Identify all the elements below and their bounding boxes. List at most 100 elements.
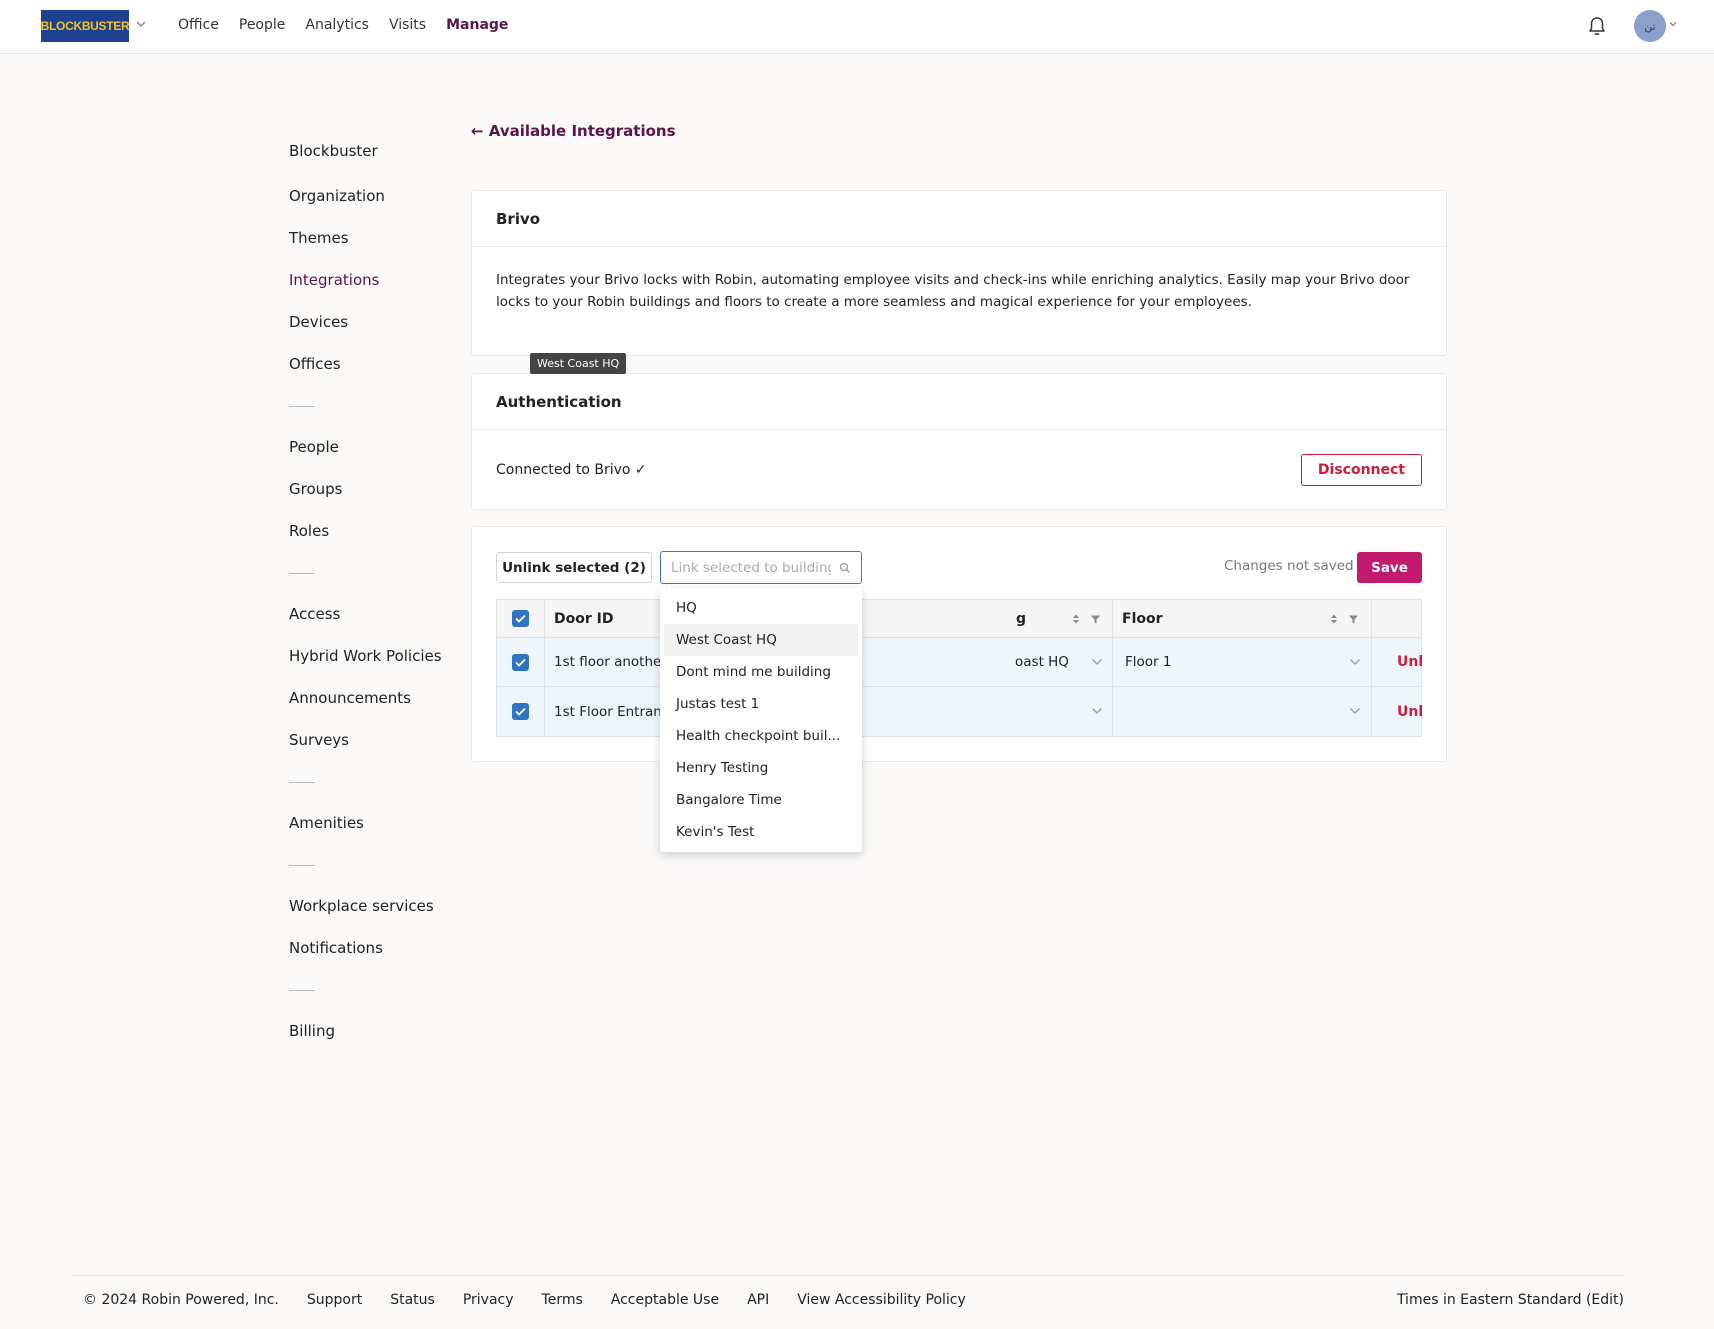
dropdown-option[interactable]: Kevin's Test	[660, 816, 862, 848]
nav-analytics[interactable]: Analytics	[305, 17, 369, 33]
dropdown-option[interactable]: Bangalore Time	[660, 784, 862, 816]
user-avatar[interactable]: تن	[1634, 10, 1666, 42]
select-all-checkbox[interactable]	[512, 610, 529, 627]
sort-icon[interactable]	[1071, 613, 1081, 625]
bell-icon[interactable]	[1586, 15, 1608, 37]
unlink-selected-button[interactable]: Unlink selected (2)	[496, 552, 652, 583]
sidebar-item-people[interactable]: People	[289, 438, 339, 456]
footer-link-terms[interactable]: Terms	[542, 1292, 583, 1308]
dropdown-option[interactable]: Health checkpoint buil...	[660, 720, 862, 752]
sidebar-divider	[289, 865, 315, 866]
sidebar-item-themes[interactable]: Themes	[289, 229, 349, 247]
column-header-building-label: g	[1016, 610, 1027, 627]
footer-copyright: © 2024 Robin Powered, Inc.	[83, 1292, 279, 1308]
column-header-actions	[1372, 600, 1423, 637]
column-header-building[interactable]: g	[855, 600, 1113, 637]
sidebar-item-amenities[interactable]: Amenities	[289, 814, 364, 832]
footer-link-api[interactable]: API	[747, 1292, 769, 1308]
row-checkbox[interactable]	[512, 653, 529, 671]
unlink-row-button[interactable]: Unlink	[1397, 654, 1423, 670]
check-icon	[515, 614, 526, 623]
authentication-card: Authentication Connected to Brivo ✓ Disc…	[471, 373, 1447, 510]
dropdown-option[interactable]: Henry Testing	[660, 752, 862, 784]
nav-people[interactable]: People	[239, 17, 286, 33]
sidebar-item-workplace-services[interactable]: Workplace services	[289, 897, 434, 915]
unlink-row-button[interactable]: Unlink	[1397, 704, 1423, 720]
sidebar-item-devices[interactable]: Devices	[289, 313, 348, 331]
disconnect-button[interactable]: Disconnect	[1300, 454, 1422, 486]
tooltip: West Coast HQ	[530, 353, 627, 374]
table-row: 1st floor another oast HQ Floor 1 Unlink	[497, 638, 1423, 687]
link-building-search[interactable]	[660, 551, 862, 584]
building-dropdown-menu: HQ West Coast HQ Dont mind me building J…	[660, 588, 862, 852]
row-checkbox[interactable]	[512, 703, 529, 720]
filter-icon[interactable]	[1090, 614, 1101, 625]
sidebar-item-billing[interactable]: Billing	[289, 1022, 335, 1040]
row-checkbox-cell	[497, 638, 545, 686]
save-button[interactable]: Save	[1357, 552, 1422, 583]
avatar-initials: تن	[1644, 19, 1656, 33]
building-select[interactable]: oast HQ	[855, 638, 1113, 686]
footer-divider	[71, 1275, 1625, 1276]
dropdown-option-highlighted[interactable]: West Coast HQ	[664, 624, 858, 656]
top-navigation-bar: BLOCKBUSTER Office People Analytics Visi…	[0, 0, 1714, 54]
logo-text: BLOCKBUSTER	[40, 19, 130, 33]
dropdown-option[interactable]: Justas test 1	[660, 688, 862, 720]
sidebar-item-blockbuster[interactable]: Blockbuster	[289, 142, 378, 160]
sidebar-item-hybrid-work-policies[interactable]: Hybrid Work Policies	[289, 647, 442, 665]
footer-link-acceptable-use[interactable]: Acceptable Use	[611, 1292, 719, 1308]
sidebar-divider	[289, 406, 315, 407]
filter-icon[interactable]	[1348, 614, 1359, 625]
chevron-down-icon	[1350, 708, 1360, 714]
nav-office[interactable]: Office	[178, 17, 219, 33]
building-select[interactable]	[855, 687, 1113, 736]
floor-select[interactable]	[1113, 687, 1372, 736]
footer-link-support[interactable]: Support	[307, 1292, 362, 1308]
dropdown-option[interactable]: HQ	[660, 592, 862, 624]
header-checkbox-cell	[497, 600, 545, 637]
sidebar-item-surveys[interactable]: Surveys	[289, 731, 349, 749]
sidebar-item-notifications[interactable]: Notifications	[289, 939, 383, 957]
footer: © 2024 Robin Powered, Inc. Support Statu…	[83, 1292, 966, 1308]
integration-info-card: Brivo Integrates your Brivo locks with R…	[471, 190, 1447, 356]
sidebar-item-offices[interactable]: Offices	[289, 355, 341, 373]
row-action-cell: Unlink	[1372, 687, 1423, 736]
chevron-down-icon	[1092, 708, 1102, 714]
sidebar-item-organization[interactable]: Organization	[289, 187, 385, 205]
floor-select[interactable]: Floor 1	[1113, 638, 1372, 686]
search-icon	[839, 562, 850, 573]
chevron-down-icon	[1350, 659, 1360, 665]
company-logo[interactable]: BLOCKBUSTER	[40, 10, 130, 42]
sidebar-item-roles[interactable]: Roles	[289, 522, 329, 540]
footer-link-accessibility[interactable]: View Accessibility Policy	[797, 1292, 966, 1308]
footer-timezone[interactable]: Times in Eastern Standard (Edit)	[1397, 1292, 1624, 1308]
dropdown-option[interactable]: Dont mind me building	[660, 656, 862, 688]
sidebar-item-integrations[interactable]: Integrations	[289, 271, 379, 289]
changes-status: Changes not saved	[1224, 558, 1354, 574]
sidebar-divider	[289, 573, 315, 574]
integration-description: Integrates your Brivo locks with Robin, …	[496, 272, 1410, 310]
authentication-title: Authentication	[472, 374, 1446, 430]
link-building-input[interactable]	[671, 558, 831, 578]
sidebar-item-access[interactable]: Access	[289, 605, 340, 623]
sidebar-divider	[289, 782, 315, 783]
sidebar-item-announcements[interactable]: Announcements	[289, 689, 411, 707]
table-header-row: Door ID g Floor	[497, 600, 1421, 638]
nav-manage[interactable]: Manage	[446, 17, 508, 33]
chevron-down-icon[interactable]	[1668, 19, 1678, 29]
nav-visits[interactable]: Visits	[389, 17, 426, 33]
floor-select-value: Floor 1	[1125, 654, 1172, 670]
chevron-down-icon[interactable]	[134, 17, 148, 31]
column-header-floor[interactable]: Floor	[1113, 600, 1372, 637]
connection-status: Connected to Brivo ✓	[496, 462, 647, 478]
column-header-floor-label: Floor	[1122, 610, 1163, 627]
sidebar-item-groups[interactable]: Groups	[289, 480, 342, 498]
sort-icon[interactable]	[1329, 613, 1339, 625]
footer-link-status[interactable]: Status	[390, 1292, 435, 1308]
back-to-available-integrations-link[interactable]: ← Available Integrations	[471, 122, 676, 140]
building-select-value: oast HQ	[1015, 654, 1069, 670]
row-action-cell: Unlink	[1372, 638, 1423, 686]
footer-link-privacy[interactable]: Privacy	[463, 1292, 514, 1308]
row-checkbox-cell	[497, 687, 545, 736]
main-nav: Office People Analytics Visits Manage	[178, 0, 508, 50]
